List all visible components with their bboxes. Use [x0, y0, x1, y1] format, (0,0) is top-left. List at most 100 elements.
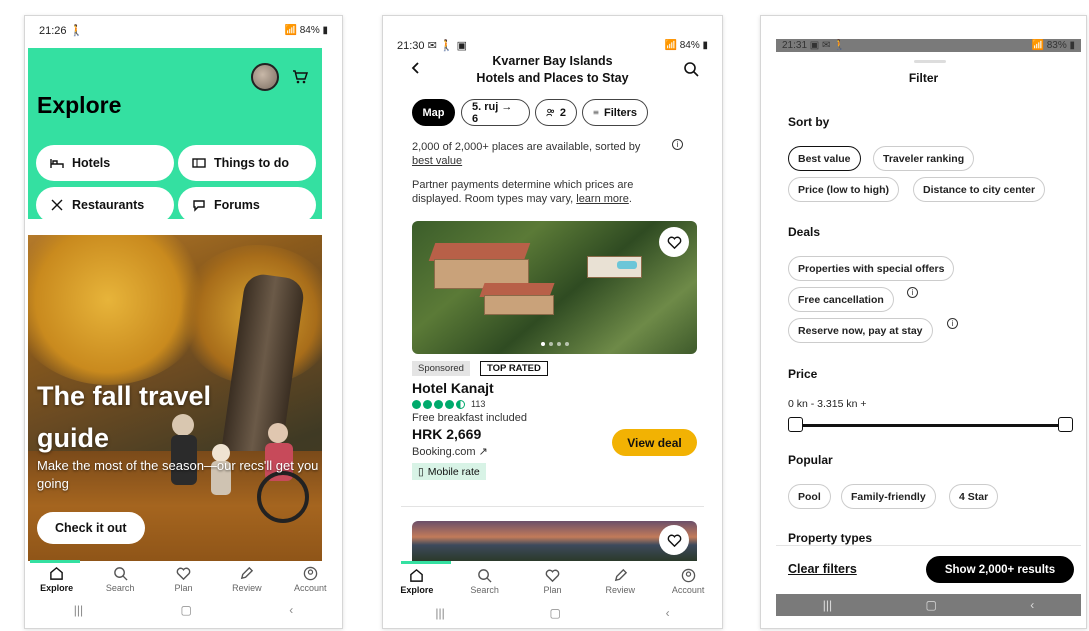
deal-special-offers[interactable]: Properties with special offers	[788, 256, 955, 281]
nav-active-indicator	[30, 560, 80, 563]
price-slider-min-handle[interactable]	[788, 417, 803, 432]
system-nav-bar: ||| ▢ ‹	[383, 603, 722, 623]
nav-explore[interactable]: Explore	[392, 568, 442, 595]
home-icon	[50, 566, 64, 580]
sliders-icon	[593, 110, 599, 115]
info-icon[interactable]: i	[947, 318, 958, 329]
account-icon	[303, 566, 317, 581]
nav-review-label: Review	[232, 583, 262, 593]
nav-review[interactable]: Review	[222, 566, 272, 593]
nav-review[interactable]: Review	[595, 568, 645, 595]
provider-link[interactable]: Booking.com ↗	[412, 445, 488, 459]
recent-apps-icon[interactable]: |||	[74, 603, 83, 617]
popular-family-friendly[interactable]: Family-friendly	[841, 484, 936, 509]
sort-distance-city-center[interactable]: Distance to city center	[913, 177, 1046, 202]
fall-travel-guide-banner[interactable]: The fall travel guide Make the most of t…	[28, 235, 322, 561]
back-nav-icon[interactable]: ‹	[666, 606, 670, 620]
save-heart-button-next[interactable]	[659, 525, 689, 555]
status-time: 21:30 ✉ 🚶 ▣	[397, 39, 468, 52]
save-heart-button[interactable]	[659, 227, 689, 257]
search-icon[interactable]	[683, 61, 699, 77]
bottom-nav: Explore Search Plan Review Account	[25, 566, 342, 602]
home-button-icon[interactable]: ▢	[550, 606, 561, 620]
top-rated-badge: TOP RATED	[480, 361, 548, 376]
hero-title-line2: guide	[37, 423, 109, 453]
review-count: 113	[471, 399, 486, 409]
heart-icon	[667, 236, 681, 249]
nav-search[interactable]: Search	[95, 566, 145, 593]
nav-search[interactable]: Search	[460, 568, 510, 595]
show-results-button[interactable]: Show 2,000+ results	[926, 556, 1074, 583]
price-slider-track[interactable]	[795, 424, 1067, 427]
filters-button[interactable]: Filters	[582, 99, 648, 126]
forums-button[interactable]: Forums	[178, 187, 316, 223]
hotels-button[interactable]: Hotels	[36, 145, 174, 181]
clear-filters-link[interactable]: Clear filters	[788, 562, 857, 576]
hotel-name[interactable]: Hotel Kanajt	[412, 380, 494, 396]
guests-chip[interactable]: 2	[535, 99, 577, 126]
property-types-heading: Property types	[788, 531, 873, 545]
results-summary: 2,000 of 2,000+ places are available, so…	[412, 141, 641, 167]
learn-more-link[interactable]: learn more	[576, 193, 629, 205]
sort-best-value[interactable]: Best value	[788, 146, 861, 171]
back-nav-icon[interactable]: ‹	[1030, 598, 1034, 612]
nav-account-label: Account	[671, 585, 705, 595]
divider	[401, 506, 704, 507]
nav-account[interactable]: Account	[285, 566, 335, 593]
things-to-do-label: Things to do	[214, 156, 289, 170]
sort-traveler-ranking[interactable]: Traveler ranking	[873, 146, 975, 171]
phone-filter-screen: 21:31 ▣ ✉ 🚶 📶 83% ▮ Filter Sort by Best …	[760, 15, 1087, 629]
guests-count: 2	[559, 106, 566, 119]
deal-reserve-now-pay-at-stay[interactable]: Reserve now, pay at stay	[788, 318, 933, 343]
back-nav-icon[interactable]: ‹	[289, 603, 293, 617]
nav-plan[interactable]: Plan	[527, 568, 577, 595]
popular-pool[interactable]: Pool	[788, 484, 831, 509]
status-battery: 📶 84% ▮	[664, 39, 708, 51]
price-heading: Price	[788, 367, 818, 381]
nav-plan-label: Plan	[174, 583, 193, 593]
hero-title: The fall travel guide	[37, 375, 307, 459]
deal-free-cancellation[interactable]: Free cancellation	[788, 287, 894, 312]
bottom-nav: Explore Search Plan Review Account	[383, 568, 722, 604]
home-button-icon[interactable]: ▢	[925, 598, 936, 612]
mobile-rate-badge: ▯ Mobile rate	[412, 463, 486, 480]
best-value-link[interactable]: best value	[412, 155, 462, 167]
check-it-out-button[interactable]: Check it out	[37, 512, 145, 544]
restaurants-button[interactable]: Restaurants	[36, 187, 174, 223]
heart-icon	[545, 569, 560, 583]
sheet-drag-handle[interactable]	[914, 60, 946, 63]
back-arrow-icon[interactable]	[409, 61, 423, 75]
view-deal-button[interactable]: View deal	[612, 429, 697, 456]
sort-price-low-high[interactable]: Price (low to high)	[788, 177, 899, 202]
dates-chip[interactable]: 5. ruj → 6	[461, 99, 530, 126]
status-battery: 📶 84% ▮	[284, 24, 328, 36]
recent-apps-icon[interactable]: |||	[823, 598, 832, 612]
pencil-icon	[614, 568, 627, 582]
recent-apps-icon[interactable]: |||	[435, 606, 444, 620]
nav-explore[interactable]: Explore	[32, 566, 82, 593]
map-button[interactable]: Map	[412, 99, 455, 126]
price-slider-max-handle[interactable]	[1058, 417, 1073, 432]
nav-account[interactable]: Account	[663, 568, 713, 595]
forums-label: Forums	[214, 198, 260, 212]
hotel-photo-next[interactable]	[412, 521, 697, 561]
rating-bubbles: 113	[412, 399, 485, 409]
info-icon[interactable]: i	[672, 139, 683, 150]
avatar[interactable]	[251, 63, 279, 91]
things-to-do-button[interactable]: Things to do	[178, 145, 316, 181]
popular-4-star[interactable]: 4 Star	[949, 484, 999, 509]
home-button-icon[interactable]: ▢	[180, 603, 191, 617]
info-icon[interactable]: i	[907, 287, 918, 298]
cart-icon[interactable]	[292, 69, 308, 85]
search-icon	[478, 569, 492, 583]
popular-heading: Popular	[788, 453, 833, 467]
page-title: Explore	[37, 92, 122, 118]
nav-active-indicator	[401, 561, 451, 564]
restaurants-label: Restaurants	[72, 198, 145, 212]
nav-plan[interactable]: Plan	[158, 566, 208, 593]
heart-icon	[176, 567, 191, 581]
nav-search-label: Search	[105, 583, 135, 593]
nav-plan-label: Plan	[543, 585, 562, 595]
nav-explore-label: Explore	[40, 583, 74, 593]
hotel-photo[interactable]	[412, 221, 697, 354]
